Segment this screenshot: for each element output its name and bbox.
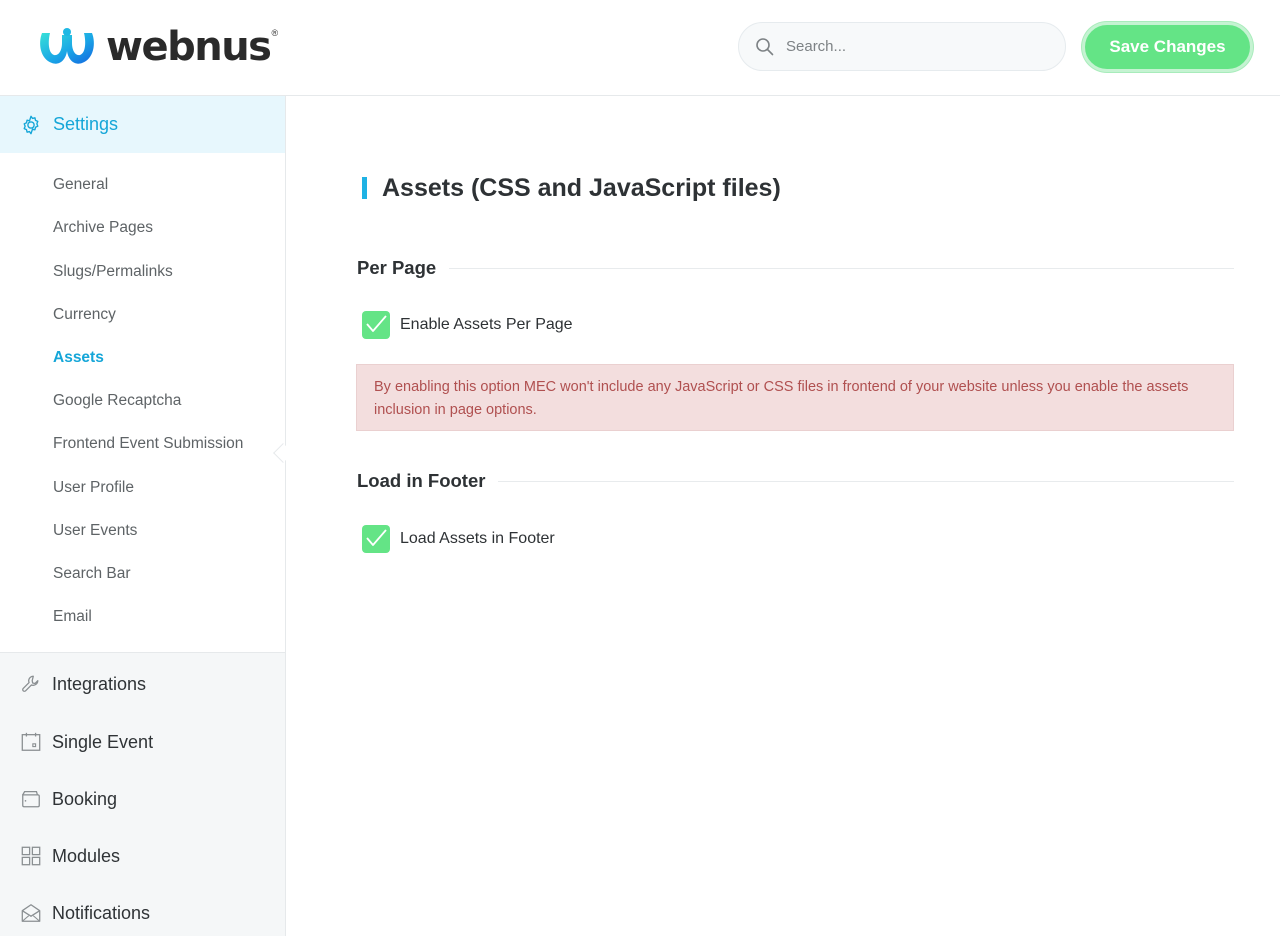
sidebar-section-label: Modules (52, 845, 121, 866)
search-input[interactable] (786, 38, 1046, 55)
main-content: Assets (CSS and JavaScript files) Per Pa… (287, 97, 1280, 936)
wrench-icon (22, 675, 39, 692)
sidebar-section-label: Notifications (52, 902, 151, 923)
submenu-item-user-profile[interactable]: User Profile (53, 479, 134, 497)
sidebar-section-modules[interactable]: Modules (0, 834, 285, 878)
settings-submenu: General Archive Pages Slugs/Permalinks C… (0, 153, 285, 653)
sidebar-section-single-event[interactable]: Single Event (0, 720, 285, 764)
load-assets-in-footer-checkbox[interactable] (362, 525, 390, 553)
brand-logo[interactable]: webnus ® (36, 22, 278, 72)
envelope-icon (21, 904, 41, 922)
submenu-item-general[interactable]: General (53, 176, 108, 194)
submenu-item-google-recaptcha[interactable]: Google Recaptcha (53, 392, 181, 410)
submenu-item-currency[interactable]: Currency (53, 306, 116, 324)
submenu-item-frontend-event-submission[interactable]: Frontend Event Submission (53, 435, 243, 453)
calendar-icon (21, 732, 41, 751)
submenu-item-email[interactable]: Email (53, 608, 92, 626)
sidebar-section-label: Single Event (52, 731, 154, 752)
section-divider (498, 480, 1234, 482)
option-enable-assets-per-page[interactable]: Enable Assets Per Page (362, 311, 573, 339)
section-heading-text: Load in Footer (357, 470, 486, 491)
search-box[interactable] (738, 22, 1066, 71)
checkbox-label: Enable Assets Per Page (400, 316, 573, 333)
section-heading-load-in-footer: Load in Footer (357, 469, 1234, 493)
top-header: webnus ® Save Changes (0, 0, 1280, 96)
sidebar-section-label: Booking (52, 788, 118, 809)
page-title-text: Assets (CSS and JavaScript files) (382, 173, 781, 202)
sidebar-section-settings[interactable]: Settings (0, 96, 285, 153)
sidebar-section-integrations[interactable]: Integrations (0, 662, 285, 706)
submenu-item-user-events[interactable]: User Events (53, 522, 137, 540)
submenu-item-slugs-permalinks[interactable]: Slugs/Permalinks (53, 263, 173, 281)
webnus-logo-icon (40, 28, 94, 64)
sidebar-section-notifications[interactable]: Notifications (0, 891, 285, 935)
assets-warning-alert: By enabling this option MEC won't includ… (356, 364, 1234, 431)
submenu-item-archive-pages[interactable]: Archive Pages (53, 219, 153, 237)
option-load-assets-in-footer[interactable]: Load Assets in Footer (362, 525, 555, 553)
sidebar-section-booking[interactable]: Booking (0, 777, 285, 821)
grid-icon (21, 846, 41, 866)
wallet-icon (22, 791, 40, 808)
section-heading-text: Per Page (357, 257, 437, 278)
checkmark-icon (366, 529, 387, 546)
search-icon (756, 37, 774, 55)
save-changes-button[interactable]: Save Changes (1082, 22, 1253, 72)
checkmark-icon (366, 315, 387, 332)
enable-assets-per-page-checkbox[interactable] (362, 311, 390, 339)
sidebar-section-label: Integrations (52, 673, 147, 694)
brand-name: webnus (106, 24, 272, 70)
sidebar: Settings General Archive Pages Slugs/Per… (0, 96, 293, 936)
checkbox-label: Load Assets in Footer (400, 530, 555, 547)
page-title: Assets (CSS and JavaScript files) (362, 173, 781, 203)
submenu-item-search-bar[interactable]: Search Bar (53, 565, 131, 583)
registered-mark: ® (271, 28, 279, 38)
sidebar-section-label: Settings (53, 114, 119, 134)
submenu-item-assets[interactable]: Assets (53, 349, 104, 367)
gear-icon (23, 115, 39, 134)
section-divider (449, 267, 1234, 269)
title-accent-bar (362, 177, 367, 199)
section-heading-per-page: Per Page (357, 256, 1234, 280)
